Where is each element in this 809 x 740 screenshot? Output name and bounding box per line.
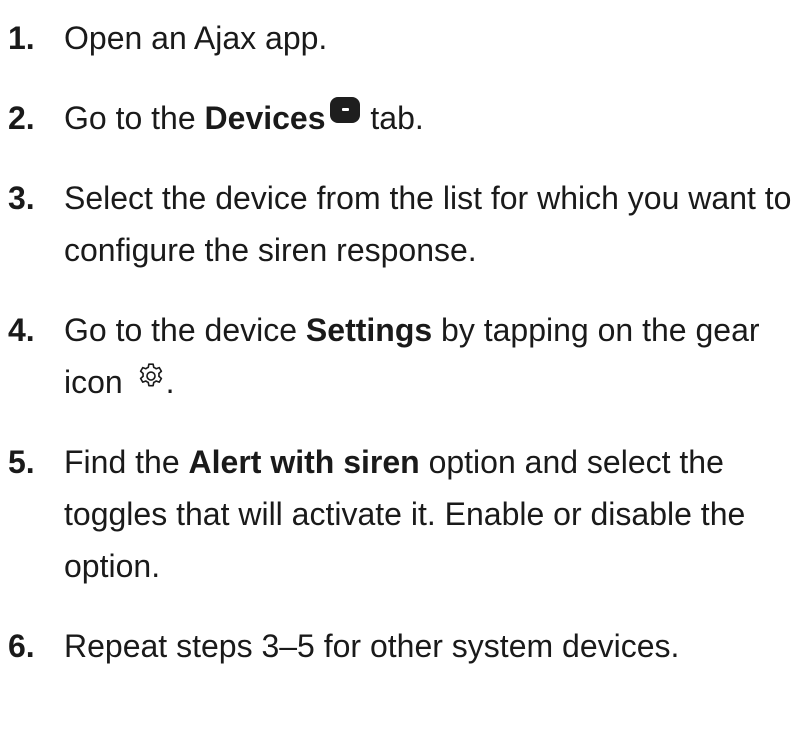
step-text: Go to the Devices tab. [64, 92, 808, 144]
step-text-post: tab. [361, 100, 424, 136]
alert-with-siren-label: Alert with siren [188, 444, 420, 480]
devices-label: Devices [204, 100, 326, 136]
step-3: 3. Select the device from the list for w… [8, 172, 808, 276]
step-2: 2. Go to the Devices tab. [8, 92, 808, 144]
step-text-pre: Go to the device [64, 312, 306, 348]
instruction-steps-list: 1. Open an Ajax app. 2. Go to the Device… [8, 12, 808, 700]
step-number: 3. [8, 180, 35, 216]
step-text-end: . [165, 364, 175, 400]
step-number: 5. [8, 444, 35, 480]
step-text: Select the device from the list for whic… [64, 180, 792, 268]
step-4: 4. Go to the device Settings by tapping … [8, 304, 808, 408]
gear-icon [139, 363, 162, 387]
step-number: 4. [8, 312, 35, 348]
step-6: 6. Repeat steps 3–5 for other system dev… [8, 620, 808, 672]
step-text-pre: Go to the [64, 100, 205, 136]
step-5: 5. Find the Alert with siren option and … [8, 436, 808, 592]
step-text: Open an Ajax app. [64, 20, 328, 56]
step-number: 6. [8, 628, 35, 664]
step-number: 1. [8, 20, 35, 56]
step-number: 2. [8, 100, 35, 136]
devices-tab-icon [329, 97, 360, 123]
step-text: Go to the device Settings by tapping on … [64, 304, 808, 408]
step-text-pre: Find the [64, 444, 189, 480]
step-1: 1. Open an Ajax app. [8, 12, 808, 64]
settings-label: Settings [305, 312, 433, 348]
step-text: Find the Alert with siren option and sel… [64, 436, 808, 592]
step-text: Repeat steps 3–5 for other system device… [64, 628, 680, 664]
